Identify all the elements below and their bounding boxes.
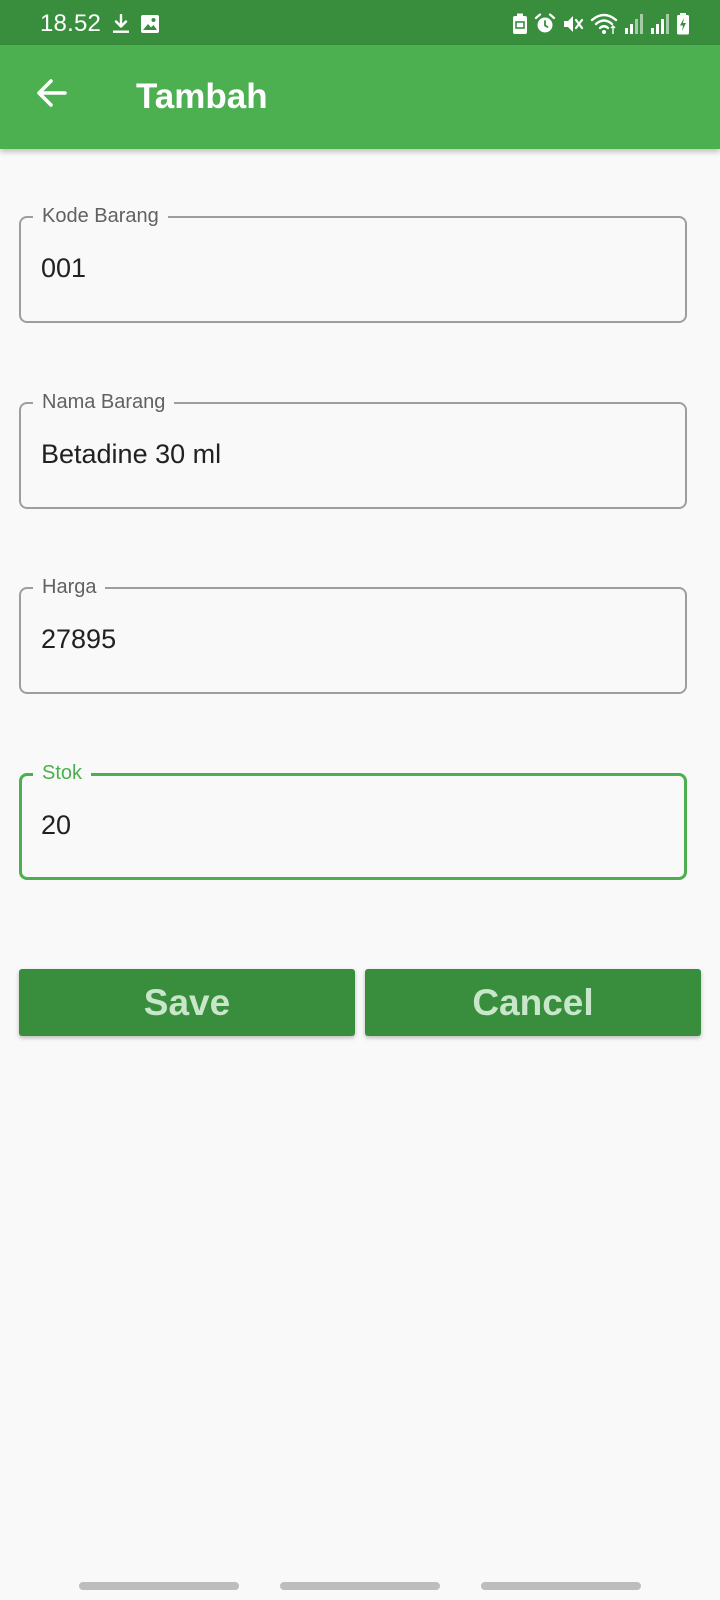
status-time: 18.52 (40, 10, 102, 37)
back-button[interactable] (22, 65, 82, 125)
navigation-bar (0, 1582, 720, 1590)
page-title: Tambah (136, 77, 268, 116)
status-bar: 18.52 (0, 0, 720, 45)
status-right-icons (512, 13, 690, 35)
status-left-icons (112, 14, 160, 34)
field-label: Kode Barang (33, 204, 168, 228)
stok-field: Stok (19, 761, 687, 880)
field-label: Stok (33, 761, 92, 785)
save-button[interactable]: Save (19, 969, 355, 1036)
download-icon (112, 14, 130, 34)
image-icon (140, 14, 160, 34)
signal-icon (624, 13, 644, 35)
nav-recents-hint[interactable] (79, 1582, 239, 1590)
nama-barang-field: Nama Barang (19, 390, 687, 509)
arrow-left-icon (35, 76, 69, 115)
nav-back-hint[interactable] (481, 1582, 641, 1590)
harga-input[interactable] (41, 619, 661, 659)
screenshot-icon (512, 13, 528, 35)
kode-barang-input[interactable] (41, 248, 661, 288)
field-label: Nama Barang (33, 390, 175, 414)
mute-icon (562, 13, 584, 35)
app-bar: Tambah (0, 45, 720, 149)
kode-barang-field: Kode Barang (19, 204, 687, 323)
field-label: Harga (33, 575, 106, 599)
nama-barang-input[interactable] (41, 434, 661, 474)
stok-input[interactable] (41, 805, 661, 845)
nav-home-hint[interactable] (280, 1582, 440, 1590)
battery-charging-icon (676, 13, 690, 35)
signal-icon (650, 13, 670, 35)
cancel-button[interactable]: Cancel (365, 969, 701, 1036)
wifi-icon (590, 13, 618, 35)
alarm-icon (534, 13, 556, 35)
harga-field: Harga (19, 575, 687, 694)
